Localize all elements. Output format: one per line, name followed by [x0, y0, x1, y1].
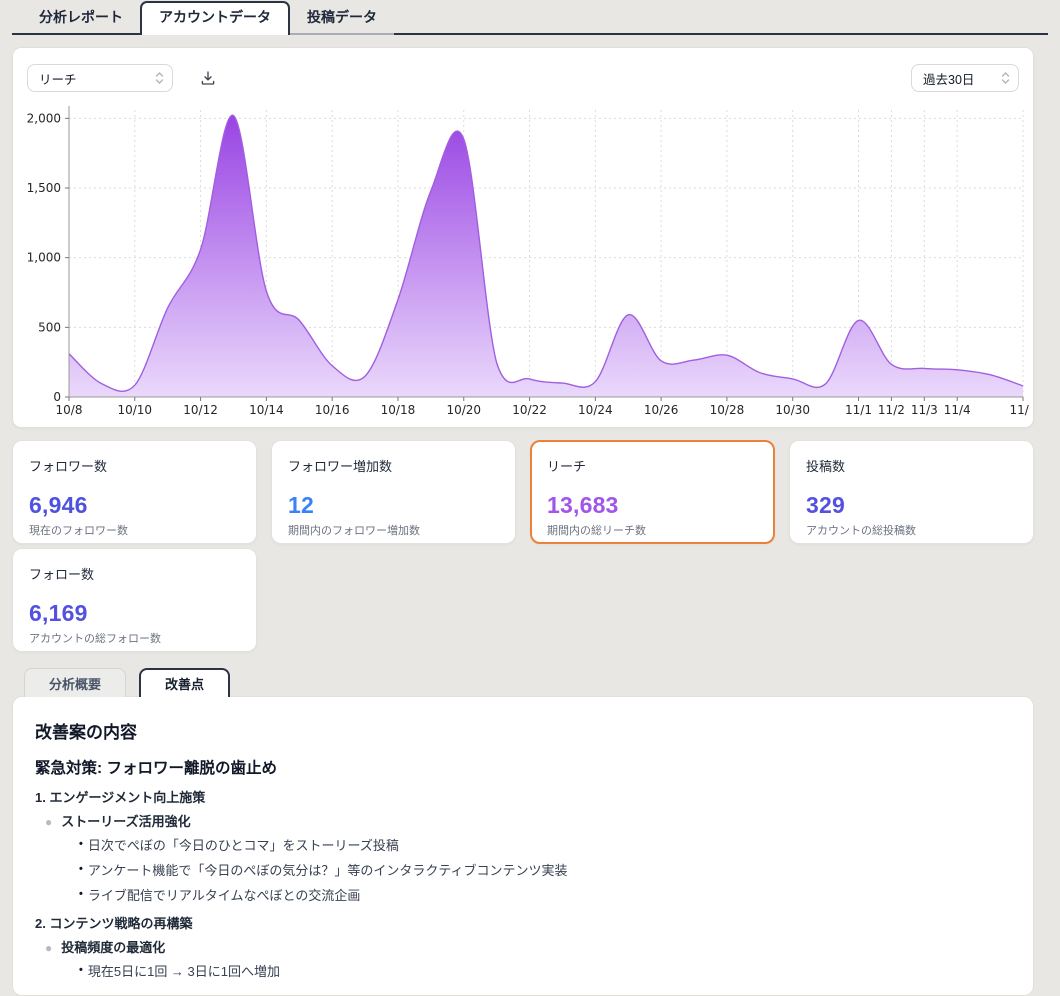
stat-card-title: フォロワー数 — [29, 456, 240, 475]
top-tab-post-data[interactable]: 投稿データ — [290, 3, 394, 35]
bullet-icon: • — [79, 863, 83, 875]
bullet-icon: • — [79, 964, 83, 976]
analysis-tab-bar: 分析概要 改善点 — [24, 668, 230, 697]
stat-card-title: フォロー数 — [29, 564, 240, 583]
svg-text:11/6: 11/6 — [1010, 403, 1029, 417]
svg-text:10/26: 10/26 — [644, 403, 679, 417]
stat-card-value: 13,683 — [547, 492, 758, 519]
download-button[interactable] — [199, 69, 219, 89]
stat-card[interactable]: フォロワー増加数 12 期間内のフォロワー増加数 — [271, 440, 516, 544]
svg-text:11/4: 11/4 — [944, 403, 971, 417]
svg-text:10/18: 10/18 — [381, 403, 416, 417]
svg-text:10/30: 10/30 — [775, 403, 810, 417]
list-item: ● 投稿頻度の最適化 — [45, 937, 1011, 956]
stat-card-label: 期間内の総リーチ数 — [547, 522, 758, 538]
stat-card[interactable]: フォロワー数 6,946 現在のフォロワー数 — [12, 440, 257, 544]
stat-card[interactable]: リーチ 13,683 期間内の総リーチ数 — [530, 440, 775, 544]
sub-list-item: •アンケート機能で「今日のぺぼの気分は？」等のインタラクティブコンテンツ実装 — [79, 862, 1011, 880]
sub-list-item: •現在5日に1回 → 3日に1回へ増加 — [79, 963, 1011, 981]
top-tab-analysis-report[interactable]: 分析レポート — [22, 3, 140, 33]
sub-list-item: •ライブ配信でリアルタイムなぺぼとの交流企画 — [79, 887, 1011, 905]
chart-panel: リーチ 過去30日 0 500 1,000 1,500 2,000 10/8 10/10 10… — [12, 47, 1034, 428]
bullet-icon: ● — [45, 815, 52, 829]
top-tab-account-data[interactable]: アカウントデータ — [140, 1, 290, 35]
improvements-subheading: 緊急対策: フォロワー離脱の歯止め — [35, 756, 1011, 778]
analysis-tab-overview[interactable]: 分析概要 — [24, 668, 126, 697]
stat-card-title: フォロワー増加数 — [288, 456, 499, 475]
svg-text:10/24: 10/24 — [578, 403, 613, 417]
svg-text:10/22: 10/22 — [512, 403, 547, 417]
svg-text:10/20: 10/20 — [446, 403, 481, 417]
list-item: 1. エンゲージメント向上施策 — [35, 787, 1011, 806]
top-tab-bar: 分析レポート アカウントデータ 投稿データ — [12, 7, 1048, 35]
bullet-icon: ● — [45, 941, 52, 955]
svg-text:0: 0 — [53, 390, 61, 404]
reach-chart-svg: 0 500 1,000 1,500 2,000 10/8 10/10 10/12 10/14 10… — [21, 100, 1029, 422]
svg-text:10/12: 10/12 — [183, 403, 218, 417]
list-item: ● ストーリーズ活用強化 — [45, 811, 1011, 830]
svg-text:10/16: 10/16 — [315, 403, 350, 417]
analysis-tab-improvements[interactable]: 改善点 — [139, 668, 230, 697]
svg-text:1,000: 1,000 — [27, 251, 61, 265]
svg-text:500: 500 — [38, 320, 61, 334]
svg-text:10/28: 10/28 — [710, 403, 745, 417]
stat-card-label: アカウントの総投稿数 — [806, 522, 1017, 538]
stat-card-label: 現在のフォロワー数 — [29, 522, 240, 538]
stat-card-value: 12 — [288, 492, 499, 519]
stat-card-value: 6,169 — [29, 600, 240, 627]
svg-text:10/8: 10/8 — [56, 403, 83, 417]
svg-text:11/3: 11/3 — [911, 403, 938, 417]
stat-card[interactable]: フォロー数 6,169 アカウントの総フォロー数 — [12, 548, 257, 652]
svg-text:11/1: 11/1 — [845, 403, 872, 417]
sub-list-item: •日次でぺぼの「今日のひとコマ」をストーリーズ投稿 — [79, 837, 1011, 855]
stat-card-label: 期間内のフォロワー増加数 — [288, 522, 499, 538]
svg-text:11/2: 11/2 — [878, 403, 905, 417]
stat-card-label: アカウントの総フォロー数 — [29, 630, 240, 646]
svg-text:10/10: 10/10 — [117, 403, 152, 417]
chevron-updown-icon — [1001, 71, 1010, 85]
bullet-icon: • — [79, 838, 83, 850]
stat-card-title: リーチ — [547, 456, 758, 475]
stat-card-value: 6,946 — [29, 492, 240, 519]
improvements-list: 1. エンゲージメント向上施策 ● ストーリーズ活用強化 •日次でぺぼの「今日の… — [35, 787, 1011, 981]
stat-card-value: 329 — [806, 492, 1017, 519]
svg-text:1,500: 1,500 — [27, 181, 61, 195]
improvements-panel: 改善案の内容 緊急対策: フォロワー離脱の歯止め 1. エンゲージメント向上施策… — [12, 696, 1034, 996]
list-item: 2. コンテンツ戦略の再構築 — [35, 913, 1011, 932]
bullet-icon: • — [79, 888, 83, 900]
metric-select-value: リーチ — [39, 69, 77, 88]
improvements-heading: 改善案の内容 — [35, 718, 1011, 743]
period-select-value: 過去30日 — [923, 69, 974, 88]
svg-text:10/14: 10/14 — [249, 403, 284, 417]
stat-card[interactable]: 投稿数 329 アカウントの総投稿数 — [789, 440, 1034, 544]
download-icon — [199, 69, 217, 87]
metric-select[interactable]: リーチ — [27, 64, 173, 92]
svg-text:2,000: 2,000 — [27, 111, 61, 125]
period-select[interactable]: 過去30日 — [911, 64, 1019, 92]
chevron-updown-icon — [155, 71, 164, 85]
stat-card-title: 投稿数 — [806, 456, 1017, 475]
